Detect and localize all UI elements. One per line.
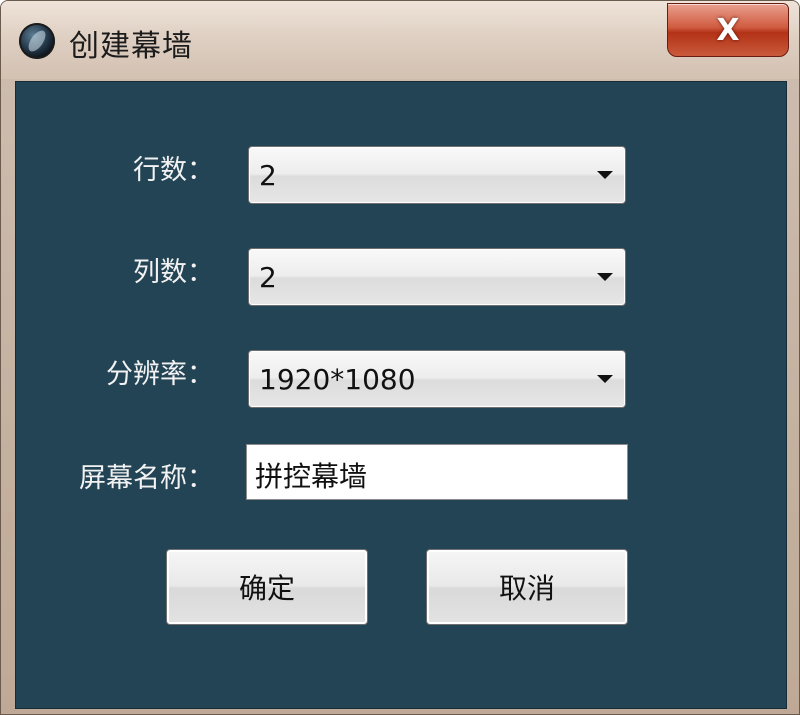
ok-button[interactable]: 确定: [166, 549, 368, 625]
resolution-select-value: 1920*1080: [259, 363, 416, 396]
close-button[interactable]: X: [667, 3, 789, 57]
cols-label: 列数：: [133, 257, 214, 288]
app-logo-icon: [19, 23, 55, 59]
chevron-down-icon[interactable]: [597, 273, 613, 281]
cancel-button[interactable]: 取消: [426, 549, 628, 625]
cancel-button-label: 取消: [498, 572, 555, 605]
rows-label: 行数：: [133, 155, 214, 186]
rows-select[interactable]: 2: [248, 146, 626, 204]
resolution-select[interactable]: 1920*1080: [248, 350, 626, 408]
rows-select-value: 2: [259, 159, 277, 192]
title-bar[interactable]: 创建幕墙 X: [1, 1, 799, 79]
dialog-body: 行数： 2 列数： 2 分辨率： 1920*1080 屏幕名称： 拼控幕墙 确定…: [15, 81, 787, 709]
cols-select-value: 2: [259, 261, 277, 294]
chevron-down-icon[interactable]: [597, 375, 613, 383]
screen-name-label: 屏幕名称：: [79, 463, 214, 494]
window-title: 创建幕墙: [69, 29, 193, 64]
cols-select[interactable]: 2: [248, 248, 626, 306]
ok-button-label: 确定: [238, 572, 295, 605]
screen-name-input[interactable]: 拼控幕墙: [246, 444, 628, 500]
close-icon: X: [716, 12, 740, 48]
create-wall-dialog: 创建幕墙 X 行数： 2 列数： 2 分辨率： 1920*1080 屏幕名称： …: [0, 0, 800, 715]
resolution-label: 分辨率：: [106, 359, 214, 390]
chevron-down-icon[interactable]: [597, 171, 613, 179]
screen-name-input-value: 拼控幕墙: [255, 460, 368, 493]
